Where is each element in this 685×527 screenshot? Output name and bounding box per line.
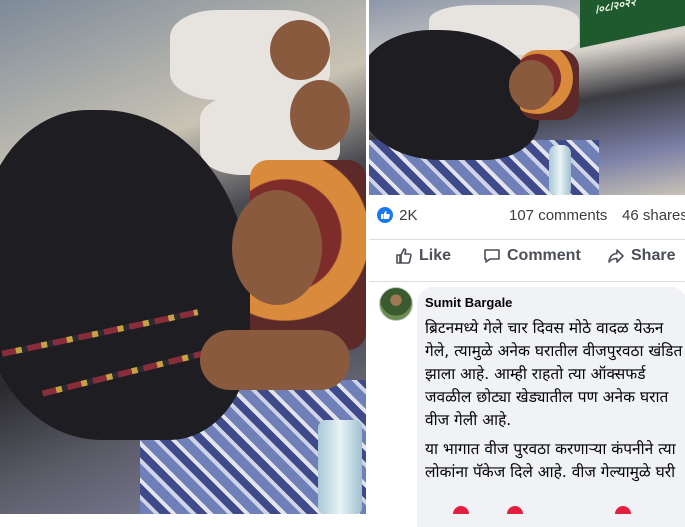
comment-button[interactable]: Comment (483, 247, 581, 265)
avatar[interactable] (379, 287, 413, 321)
man-face (509, 60, 554, 110)
reaction-icon (453, 506, 469, 514)
reaction-icon (615, 506, 631, 514)
left-photo (0, 0, 366, 514)
reaction-summary[interactable]: 2K 107 comments 46 shares (377, 207, 685, 229)
facebook-post-panel: 2K 107 comments 46 shares Like Comment S… (369, 195, 685, 527)
like-button[interactable]: Like (395, 247, 451, 265)
divider (369, 239, 685, 240)
comment-bubble: Sumit Bargale ब्रिटनमध्ये गेले चार दिवस … (417, 287, 685, 527)
comments-count[interactable]: 107 comments (509, 207, 607, 224)
comment-paragraph: ब्रिटनमध्ये गेले चार दिवस मोठे वादळ येऊन… (425, 319, 683, 429)
reaction-bar-partial (369, 506, 685, 514)
shares-count[interactable]: 46 shares (622, 207, 685, 224)
share-button[interactable]: Share (607, 247, 675, 265)
speech-bubble-icon (484, 249, 500, 263)
reaction-icon (507, 506, 523, 514)
share-arrow-icon (608, 249, 624, 263)
like-label: Like (419, 247, 452, 264)
comment-author[interactable]: Sumit Bargale (425, 295, 512, 310)
thumbs-up-icon (396, 248, 412, 264)
man-arm (200, 330, 350, 390)
man-face (232, 190, 322, 305)
reaction-count[interactable]: 2K (399, 207, 417, 224)
sleeping-person-face (270, 20, 330, 80)
water-bottle (318, 420, 362, 514)
share-label: Share (631, 247, 676, 264)
like-thumb-icon (377, 207, 393, 223)
water-bottle (549, 145, 571, 195)
post-action-bar: Like Comment Share (369, 247, 685, 273)
comment-label: Comment (507, 247, 581, 264)
comment-paragraph: या भागात वीज पुरवठा करणाऱ्या कंपनीने त्य… (425, 440, 676, 481)
comment-text: ब्रिटनमध्ये गेले चार दिवस मोठे वादळ येऊन… (425, 317, 683, 490)
divider (369, 281, 685, 282)
sleeping-person-face (290, 80, 350, 150)
